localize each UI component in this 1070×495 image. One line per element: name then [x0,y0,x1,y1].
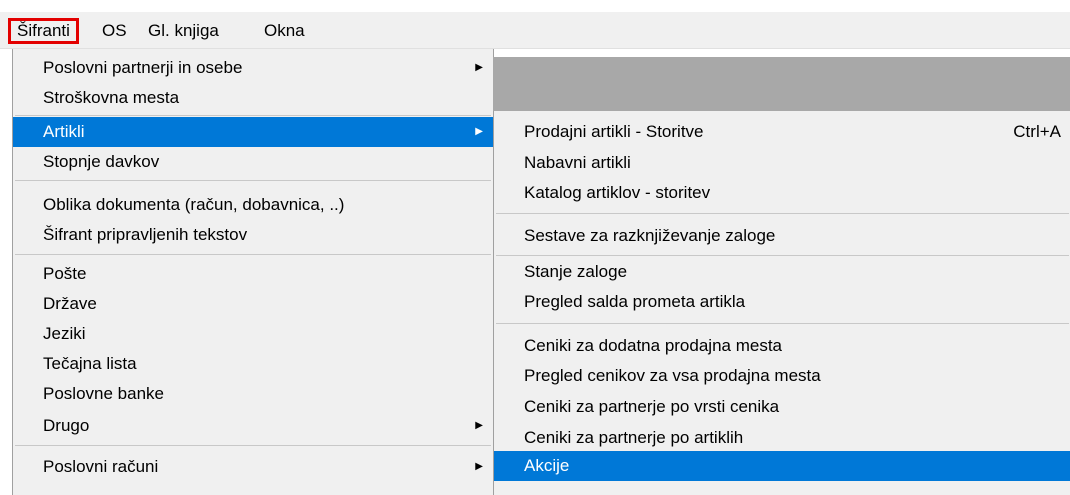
menu-item-poslovni-racuni[interactable]: Poslovni računi ▶ [13,452,493,482]
submenu-item-akcije[interactable]: Akcije [494,451,1070,481]
menu-separator [15,180,491,181]
menu-item-label: Oblika dokumenta (račun, dobavnica, ..) [43,195,345,214]
submenu-item-ceniki-vrsti[interactable]: Ceniki za partnerje po vrsti cenika [494,392,1070,422]
window-top-edge [0,0,1070,12]
menu-item-label: Jeziki [43,324,86,343]
menu-item-stopnje-davkov[interactable]: Stopnje davkov [13,147,493,177]
menu-item-label: Poslovne banke [43,384,164,403]
menu-item-label: Šifrant pripravljenih tekstov [43,225,248,244]
menu-item-label: Akcije [524,456,570,475]
menu-item-artikli[interactable]: Artikli ▶ [13,117,493,147]
menu-separator [496,213,1069,214]
menu-bar: Šifranti OS Gl. knjiga Okna [0,12,1070,49]
workspace-background [493,57,1070,111]
menu-item-jeziki[interactable]: Jeziki [13,319,493,349]
submenu-item-ceniki-artiklih[interactable]: Ceniki za partnerje po artiklih [494,423,1070,453]
artikli-submenu: Prodajni artikli - Storitve Ctrl+A Nabav… [493,111,1070,495]
submenu-item-sestave[interactable]: Sestave za razknjiževanje zaloge [494,221,1070,251]
menu-separator [15,445,491,446]
submenu-item-stanje-zaloge[interactable]: Stanje zaloge [494,257,1070,287]
menu-item-drzave[interactable]: Države [13,289,493,319]
submenu-item-ceniki-dodatna[interactable]: Ceniki za dodatna prodajna mesta [494,331,1070,361]
menu-sifranti[interactable]: Šifranti [8,18,79,44]
chevron-right-icon: ▶ [475,420,483,431]
submenu-item-katalog-artiklov[interactable]: Katalog artiklov - storitev [494,178,1070,208]
chevron-right-icon: ▶ [475,461,483,472]
menu-item-label: Stopnje davkov [43,152,160,171]
menu-item-poslovne-banke[interactable]: Poslovne banke [13,379,493,409]
menu-item-label: Poslovni računi [43,457,159,476]
menu-separator [15,115,491,116]
menu-item-drugo[interactable]: Drugo ▶ [13,411,493,441]
menu-item-label: Tečajna lista [43,354,137,373]
menu-separator [15,254,491,255]
menu-item-label: Prodajni artikli - Storitve [524,122,704,141]
menu-os[interactable]: OS [96,18,133,44]
menu-item-label: Katalog artiklov - storitev [524,183,711,202]
menu-item-label: Ceniki za dodatna prodajna mesta [524,336,782,355]
menu-okna[interactable]: Okna [258,18,311,44]
menu-separator [496,323,1069,324]
menu-item-label: Artikli [43,122,85,141]
shortcut-label: Ctrl+A [1013,122,1061,141]
menu-separator [496,255,1069,256]
menu-item-label: Stanje zaloge [524,262,628,281]
submenu-item-pregled-cenikov[interactable]: Pregled cenikov za vsa prodajna mesta [494,361,1070,391]
menu-item-label: Nabavni artikli [524,153,631,172]
menu-item-label: Poslovni partnerji in osebe [43,58,243,77]
chevron-right-icon: ▶ [475,62,483,73]
menu-gl-knjiga[interactable]: Gl. knjiga [142,18,225,44]
menu-item-label: Pošte [43,264,87,283]
menu-item-poste[interactable]: Pošte [13,259,493,289]
menu-item-poslovni-partnerji[interactable]: Poslovni partnerji in osebe ▶ [13,53,493,83]
chevron-right-icon: ▶ [475,126,483,137]
menu-item-oblika-dokumenta[interactable]: Oblika dokumenta (račun, dobavnica, ..) [13,190,493,220]
submenu-item-pregled-salda[interactable]: Pregled salda prometa artikla [494,287,1070,317]
menu-item-sifrant-tekstov[interactable]: Šifrant pripravljenih tekstov [13,220,493,250]
submenu-item-prodajni-artikli[interactable]: Prodajni artikli - Storitve Ctrl+A [494,117,1070,147]
menu-item-label: Drugo [43,416,90,435]
menu-item-label: Stroškovna mesta [43,88,180,107]
menu-item-stroskovna-mesta[interactable]: Stroškovna mesta [13,83,493,113]
menu-item-label: Ceniki za partnerje po artiklih [524,428,744,447]
menu-item-label: Ceniki za partnerje po vrsti cenika [524,397,780,416]
menu-item-label: Pregled cenikov za vsa prodajna mesta [524,366,821,385]
sifranti-dropdown: Poslovni partnerji in osebe ▶ Stroškovna… [12,49,494,495]
menu-item-label: Sestave za razknjiževanje zaloge [524,226,776,245]
menu-item-label: Pregled salda prometa artikla [524,292,746,311]
menu-item-label: Države [43,294,97,313]
submenu-item-nabavni-artikli[interactable]: Nabavni artikli [494,148,1070,178]
menu-item-tecajna-lista[interactable]: Tečajna lista [13,349,493,379]
